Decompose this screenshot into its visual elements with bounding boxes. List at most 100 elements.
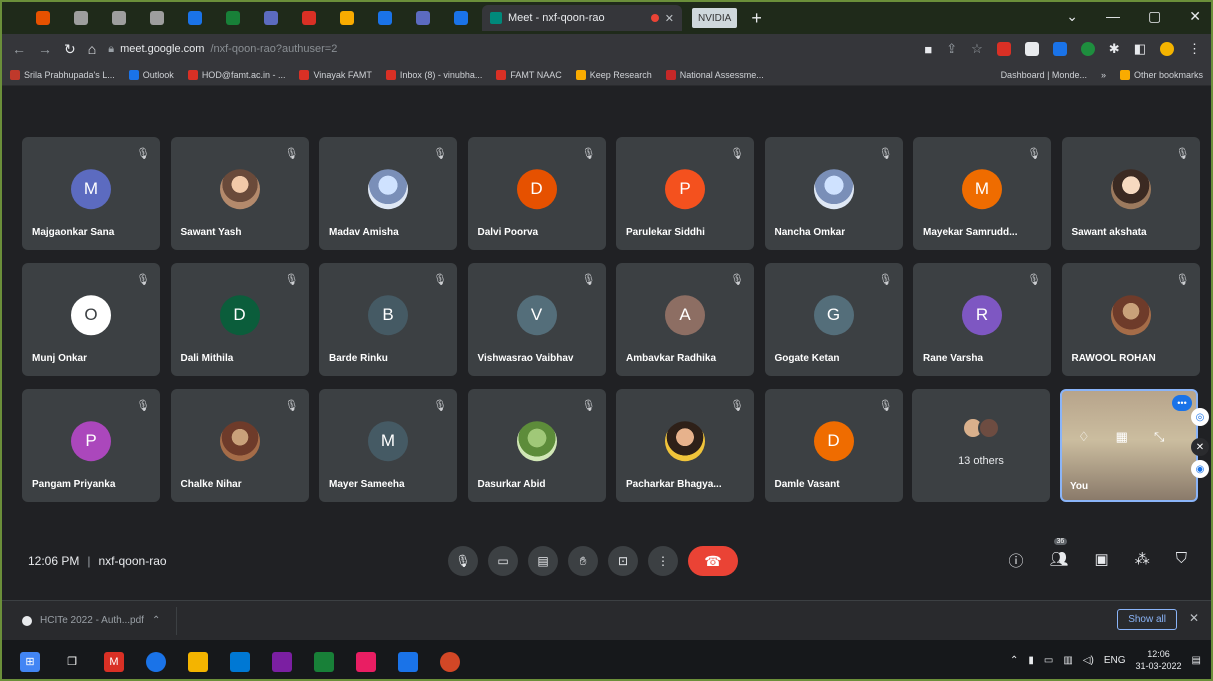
- notifications-icon[interactable]: ▤: [1192, 655, 1201, 666]
- self-view-tile[interactable]: ••• ♢ ▦ ⤡ You: [1060, 389, 1198, 502]
- more-options-button[interactable]: ⋮: [648, 546, 678, 576]
- pinned-tab[interactable]: [26, 5, 60, 31]
- excel-icon[interactable]: [314, 651, 334, 672]
- people-button[interactable]: 36 👥︎: [1050, 538, 1069, 571]
- volume-icon[interactable]: ◁): [1083, 655, 1094, 666]
- camera-indicator-icon[interactable]: ■: [924, 42, 932, 57]
- participant-tile[interactable]: 🎙︎ D Dalvi Poorva: [467, 137, 606, 250]
- camera-toggle-button[interactable]: ▭: [488, 546, 518, 576]
- participant-tile[interactable]: 🎙︎ M Mayekar Samrudd...: [913, 137, 1051, 250]
- mic-toggle-button[interactable]: 🎙︎: [448, 546, 478, 576]
- participant-tile[interactable]: 🎙︎ Dasurkar Abid: [467, 389, 606, 502]
- language-indicator[interactable]: ENG: [1104, 655, 1126, 666]
- file-explorer-icon[interactable]: [188, 651, 208, 672]
- tab-meet[interactable]: Meet - nxf-qoon-rao ✕: [482, 5, 682, 31]
- participant-tile[interactable]: 🎙︎ M Majgaonkar Sana: [22, 137, 160, 250]
- app-icon[interactable]: [356, 651, 376, 672]
- participant-tile[interactable]: 🎙︎ V Vishwasrao Vaibhav: [467, 263, 606, 376]
- pinned-tab[interactable]: [140, 5, 174, 31]
- others-tile[interactable]: 13 others: [912, 389, 1050, 502]
- pinned-tab[interactable]: [178, 5, 212, 31]
- chat-icon[interactable]: ▣: [1095, 550, 1109, 571]
- close-window-button[interactable]: ✕: [1189, 8, 1201, 25]
- participant-tile[interactable]: 🎙︎ RAWOOL ROHAN: [1061, 263, 1200, 376]
- address-bar[interactable]: 🔒︎ meet.google.com/nxf-qoon-rao?authuser…: [108, 43, 912, 56]
- extension-icon[interactable]: [1052, 42, 1067, 56]
- tab-nvidia[interactable]: NVIDIA: [692, 8, 738, 28]
- share-icon[interactable]: ⇪: [946, 41, 957, 57]
- bookmark-item[interactable]: Vinayak FAMT: [299, 69, 372, 80]
- bookmark-item[interactable]: Srila Prabhupada's L...: [10, 69, 115, 80]
- pinned-tab[interactable]: [444, 5, 478, 31]
- floating-close-icon[interactable]: ✕: [1191, 438, 1209, 456]
- pinned-tab[interactable]: [292, 5, 326, 31]
- pinned-tab[interactable]: [254, 5, 288, 31]
- floating-extension-icon[interactable]: ◎: [1191, 408, 1209, 426]
- more-bookmarks-icon[interactable]: »: [1101, 70, 1106, 80]
- show-all-button[interactable]: Show all: [1117, 609, 1177, 630]
- extensions-puzzle-icon[interactable]: ✱: [1109, 41, 1120, 57]
- download-item[interactable]: HCITe 2022 - Auth...pdf ⌃: [22, 606, 178, 635]
- new-tab-button[interactable]: +: [751, 8, 762, 29]
- host-controls-icon[interactable]: ⛉: [1176, 550, 1187, 571]
- sidepanel-icon[interactable]: ◧: [1134, 41, 1146, 57]
- close-shelf-icon[interactable]: ✕: [1189, 611, 1199, 625]
- battery-icon[interactable]: ▭: [1044, 655, 1053, 666]
- word-icon[interactable]: [398, 651, 418, 672]
- pinned-tab[interactable]: [330, 5, 364, 31]
- minimize-button[interactable]: —: [1106, 8, 1120, 25]
- pinned-tab[interactable]: [216, 5, 250, 31]
- app-icon[interactable]: M: [104, 651, 124, 672]
- windows-start-icon[interactable]: ⊞: [20, 651, 40, 672]
- reload-icon[interactable]: ↻: [64, 41, 76, 58]
- profile-avatar[interactable]: [1160, 42, 1174, 56]
- pinned-tab[interactable]: [368, 5, 402, 31]
- pinned-tab[interactable]: [406, 5, 440, 31]
- bookmark-item[interactable]: Inbox (8) - vinubha...: [385, 69, 482, 80]
- maximize-button[interactable]: ▢: [1148, 8, 1161, 25]
- close-tab-icon[interactable]: ✕: [665, 12, 674, 25]
- participant-tile[interactable]: 🎙︎ D Damle Vasant: [764, 389, 903, 502]
- bookmark-star-icon[interactable]: ☆: [971, 41, 983, 57]
- extension-icon[interactable]: [1080, 42, 1095, 56]
- other-bookmarks[interactable]: Other bookmarks: [1119, 69, 1203, 80]
- participant-tile[interactable]: 🎙︎ Sawant akshata: [1061, 137, 1200, 250]
- gmail-extension-icon[interactable]: [996, 42, 1011, 56]
- participant-tile[interactable]: 🎙︎ P Parulekar Siddhi: [616, 137, 754, 250]
- bookmark-item[interactable]: Keep Research: [575, 69, 652, 80]
- participant-tile[interactable]: 🎙︎ R Rane Varsha: [913, 263, 1051, 376]
- participant-tile[interactable]: 🎙︎ Chalke Nihar: [170, 389, 309, 502]
- participant-tile[interactable]: 🎙︎ Nancha Omkar: [764, 137, 903, 250]
- frame-icon[interactable]: ▦: [1116, 429, 1128, 445]
- floating-record-icon[interactable]: ◉: [1191, 460, 1209, 478]
- clock[interactable]: 12:06 31-03-2022: [1136, 648, 1182, 672]
- pin-icon[interactable]: ♢: [1078, 429, 1090, 445]
- chevron-up-icon[interactable]: ⌃: [152, 615, 160, 626]
- pinned-tab[interactable]: [64, 5, 98, 31]
- browser-menu-icon[interactable]: ⋮: [1188, 41, 1201, 57]
- tab-search-icon[interactable]: ⌄: [1066, 8, 1078, 25]
- bookmark-item[interactable]: HOD@famt.ac.in - ...: [187, 69, 285, 80]
- pinned-tab[interactable]: [102, 5, 136, 31]
- forward-icon[interactable]: →: [38, 41, 52, 57]
- back-icon[interactable]: ←: [12, 41, 26, 57]
- end-call-button[interactable]: ☎︎: [688, 546, 738, 576]
- bookmark-item[interactable]: Outlook: [128, 69, 174, 80]
- chrome-icon[interactable]: [146, 651, 166, 672]
- captions-button[interactable]: ▤: [528, 546, 558, 576]
- tile-more-options-icon[interactable]: •••: [1172, 395, 1192, 411]
- raise-hand-button[interactable]: ✋︎: [568, 546, 598, 576]
- present-button[interactable]: ⊡: [608, 546, 638, 576]
- participant-tile[interactable]: 🎙︎ Madav Amisha: [319, 137, 457, 250]
- participant-tile[interactable]: 🎙︎ B Barde Rinku: [319, 263, 457, 376]
- participant-tile[interactable]: 🎙︎ G Gogate Ketan: [764, 263, 903, 376]
- bookmark-item[interactable]: FAMT NAAC: [496, 69, 562, 80]
- tray-app-icon[interactable]: ▮: [1028, 655, 1034, 666]
- minimize-icon[interactable]: ⤡: [1154, 429, 1164, 445]
- participant-tile[interactable]: 🎙︎ Pacharkar Bhagya...: [616, 389, 754, 502]
- tray-chevron-icon[interactable]: ⌃: [1010, 655, 1018, 666]
- bookmark-dashboard[interactable]: Dashboard | Monde...: [1001, 70, 1087, 80]
- participant-tile[interactable]: 🎙︎ M Mayer Sameeha: [319, 389, 457, 502]
- meeting-details-icon[interactable]: ⓘ: [1008, 550, 1023, 571]
- participant-tile[interactable]: 🎙︎ D Dali Mithila: [170, 263, 309, 376]
